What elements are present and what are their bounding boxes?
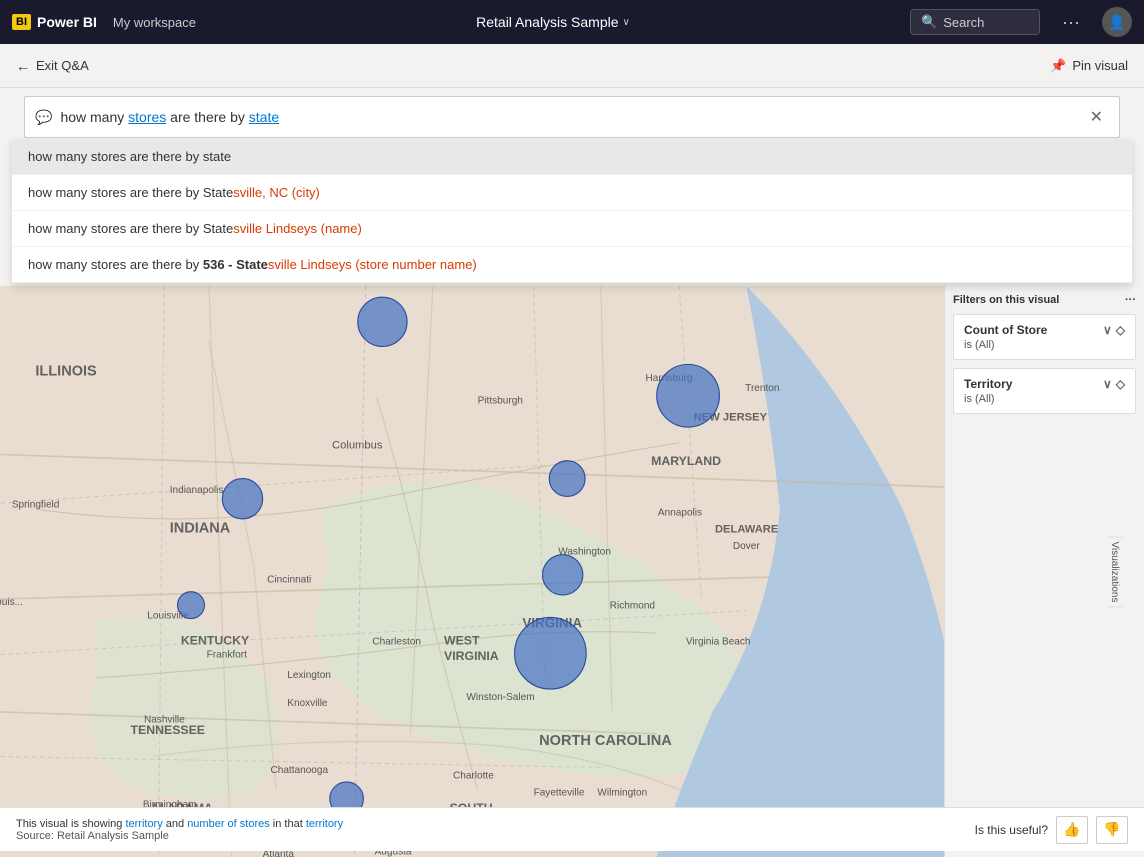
- sub-nav: ← Exit Q&A 📌 Pin visual: [0, 44, 1144, 88]
- filter-count-value: is (All): [964, 339, 1125, 351]
- qa-input-container: 💬 how many stores are there by state ✕: [24, 96, 1120, 138]
- top-nav: BI Power BI My workspace Retail Analysis…: [0, 0, 1144, 44]
- power-bi-logo: BI Power BI: [12, 14, 97, 30]
- power-bi-icon: BI: [12, 14, 31, 30]
- thumb-up-button[interactable]: 👍: [1056, 816, 1088, 844]
- stores-link: number of stores: [187, 818, 270, 830]
- filters-header-label: Filters on this visual: [953, 294, 1059, 306]
- svg-text:Fayetteville: Fayetteville: [534, 787, 585, 798]
- map-area[interactable]: ILLINOIS INDIANA KENTUCKY TENNESSEE ALAB…: [0, 286, 944, 857]
- qa-suggestion-3-highlight: sville Lindseys (store number name): [268, 257, 477, 272]
- bubble-ky: [222, 479, 262, 519]
- svg-text:MARYLAND: MARYLAND: [651, 454, 721, 468]
- filters-header: Filters on this visual ···: [953, 294, 1136, 306]
- svg-text:Richmond: Richmond: [610, 600, 655, 611]
- filter-territory-clear-icon[interactable]: ◇: [1116, 377, 1125, 391]
- bubble-tn: [178, 592, 205, 619]
- search-box[interactable]: 🔍 Search: [910, 9, 1040, 35]
- svg-text:INDIANA: INDIANA: [170, 520, 231, 536]
- svg-text:Dover: Dover: [733, 541, 760, 552]
- qa-state-underline: state: [249, 109, 279, 125]
- svg-text:Chattanooga: Chattanooga: [270, 765, 328, 776]
- svg-text:Frankfort: Frankfort: [207, 650, 247, 661]
- svg-text:Trenton: Trenton: [745, 383, 779, 394]
- qa-suggestion-3[interactable]: how many stores are there by 536 - State…: [12, 247, 1132, 283]
- workspace-link[interactable]: My workspace: [113, 15, 196, 30]
- svg-text:Columbus: Columbus: [332, 439, 383, 451]
- source-label: Source: Retail Analysis Sample: [16, 830, 343, 842]
- filter-count-label: Count of Store: [964, 323, 1047, 337]
- svg-text:ILLINOIS: ILLINOIS: [35, 364, 97, 380]
- app-name: Power BI: [37, 14, 97, 30]
- visualizations-label: Visualizations: [1109, 541, 1120, 602]
- qa-clear-icon[interactable]: ✕: [1084, 105, 1109, 129]
- qa-suggestion-1[interactable]: how many stores are there by Statesville…: [12, 175, 1132, 211]
- svg-text:Cincinnati: Cincinnati: [267, 575, 311, 586]
- qa-chat-icon: 💬: [35, 109, 52, 126]
- thumb-down-button[interactable]: 👎: [1096, 816, 1128, 844]
- svg-text:Nashville: Nashville: [144, 715, 185, 726]
- pin-visual-label: Pin visual: [1072, 58, 1128, 73]
- qa-suggestions-dropdown: how many stores are there by state how m…: [12, 138, 1132, 283]
- svg-text:DELAWARE: DELAWARE: [715, 523, 779, 535]
- filters-panel: Filters on this visual ··· Count of Stor…: [944, 286, 1144, 857]
- filters-more-icon[interactable]: ···: [1125, 294, 1136, 306]
- useful-feedback: Is this useful? 👍 👎: [975, 816, 1128, 844]
- bubble-va: [543, 555, 583, 595]
- bubble-md: [657, 364, 720, 427]
- bubble-nc: [515, 617, 587, 689]
- more-options-icon[interactable]: ···: [1056, 12, 1086, 33]
- bottom-bar: This visual is showing territory and num…: [0, 807, 1144, 851]
- filter-territory-label: Territory: [964, 377, 1012, 391]
- back-arrow-icon: ←: [16, 58, 30, 74]
- territory-link: territory: [125, 818, 162, 830]
- search-placeholder: Search: [943, 15, 984, 30]
- bubble-il: [358, 297, 407, 346]
- qa-suggestion-1-highlight: sville, NC (city): [233, 185, 320, 200]
- visual-description: This visual is showing territory and num…: [16, 818, 343, 830]
- svg-text:Charleston: Charleston: [372, 636, 421, 647]
- filter-territory: Territory ∨ ◇ is (All): [953, 368, 1136, 414]
- search-icon: 🔍: [921, 14, 937, 30]
- svg-text:Lexington: Lexington: [287, 670, 331, 681]
- pin-icon: 📌: [1050, 58, 1066, 74]
- avatar-icon: 👤: [1108, 14, 1125, 31]
- svg-text:Wilmington: Wilmington: [597, 787, 647, 798]
- svg-text:Knoxville: Knoxville: [287, 698, 328, 709]
- svg-text:Louis...: Louis...: [0, 597, 23, 608]
- user-avatar[interactable]: 👤: [1102, 7, 1132, 37]
- qa-stores-underline: stores: [128, 109, 166, 125]
- qa-suggestion-2-highlight: sville Lindseys (name): [233, 221, 362, 236]
- filter-count-clear-icon[interactable]: ◇: [1116, 323, 1125, 337]
- main-content: ILLINOIS INDIANA KENTUCKY TENNESSEE ALAB…: [0, 286, 1144, 857]
- title-chevron-icon[interactable]: ∨: [623, 17, 630, 28]
- filter-territory-chevron-icon[interactable]: ∨: [1103, 377, 1112, 391]
- bottom-info: This visual is showing territory and num…: [16, 818, 343, 842]
- svg-text:Winston-Salem: Winston-Salem: [466, 692, 534, 703]
- report-title-area: Retail Analysis Sample ∨: [212, 14, 894, 30]
- exit-qa-button[interactable]: ← Exit Q&A: [16, 58, 89, 74]
- svg-text:Charlotte: Charlotte: [453, 771, 494, 782]
- bubble-wv: [549, 461, 585, 497]
- report-title: Retail Analysis Sample: [476, 14, 618, 30]
- svg-text:Virginia Beach: Virginia Beach: [686, 636, 751, 647]
- filter-count-store: Count of Store ∨ ◇ is (All): [953, 314, 1136, 360]
- filter-territory-value: is (All): [964, 393, 1125, 405]
- useful-question-label: Is this useful?: [975, 823, 1048, 837]
- pin-visual-button[interactable]: 📌 Pin visual: [1050, 58, 1128, 74]
- filter-count-chevron-icon[interactable]: ∨: [1103, 323, 1112, 337]
- qa-suggestion-2[interactable]: how many stores are there by Statesville…: [12, 211, 1132, 247]
- svg-text:NORTH CAROLINA: NORTH CAROLINA: [539, 733, 672, 749]
- svg-text:Pittsburgh: Pittsburgh: [478, 396, 523, 407]
- territory-link2: territory: [306, 818, 343, 830]
- map-svg: ILLINOIS INDIANA KENTUCKY TENNESSEE ALAB…: [0, 286, 944, 857]
- qa-input-field[interactable]: how many stores are there by state: [60, 109, 1075, 125]
- exit-qa-label: Exit Q&A: [36, 58, 89, 73]
- qa-suggestion-0[interactable]: how many stores are there by state: [12, 139, 1132, 175]
- visualizations-tab[interactable]: Visualizations: [1107, 536, 1122, 607]
- qa-suggestion-3-bold: 536 - State: [203, 257, 268, 272]
- svg-text:Indianapolis: Indianapolis: [170, 485, 224, 496]
